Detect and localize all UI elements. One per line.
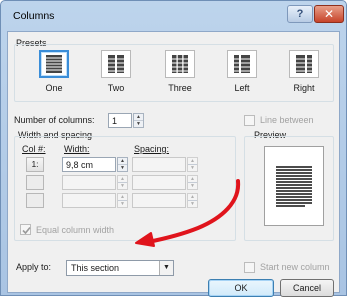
help-icon: ? — [296, 8, 304, 20]
annotation-arrow-icon — [135, 179, 241, 247]
columns-dialog: Columns ? ✕ Presets One Two Three Left R… — [0, 0, 347, 297]
close-button[interactable]: ✕ — [314, 5, 344, 23]
dialog-body: Presets One Two Three Left Right Number … — [7, 31, 340, 297]
close-icon: ✕ — [323, 7, 335, 21]
title-bar[interactable]: Columns ? ✕ — [1, 1, 346, 31]
help-button[interactable]: ? — [287, 5, 313, 23]
dialog-title: Columns — [13, 10, 55, 22]
